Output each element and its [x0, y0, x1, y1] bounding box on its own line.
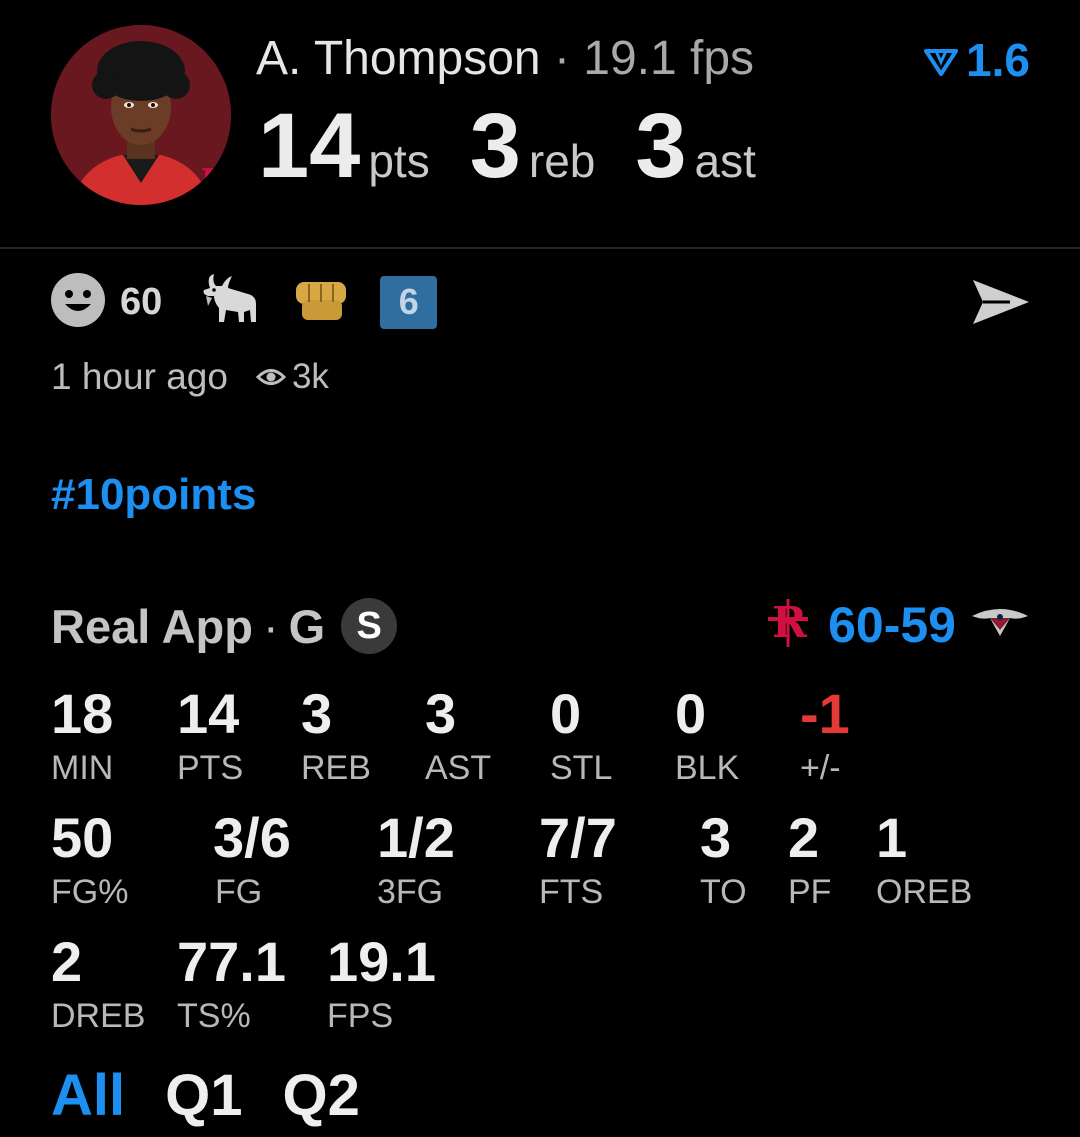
fps-label: 19.1 fps: [583, 32, 755, 85]
stat-plus-minus: -1 +/-: [800, 682, 850, 787]
stat-value: 0: [675, 682, 707, 745]
stat-value: 2: [788, 806, 820, 869]
stat-blk: 0 BLK: [675, 682, 740, 787]
stat-value: 19.1: [327, 930, 436, 993]
separator-dot: ·: [262, 599, 279, 653]
stat-label: STL: [550, 749, 613, 787]
stat-ast: 3 AST: [425, 682, 492, 787]
stat-reb: 3 REB: [301, 682, 371, 787]
stat-value: 50: [51, 806, 114, 869]
score-text: 60-59: [828, 597, 956, 653]
headline-assists-label: ast: [694, 135, 756, 187]
fist-icon[interactable]: [292, 276, 350, 329]
player-avatar[interactable]: R: [51, 25, 231, 205]
stat-label: AST: [425, 749, 492, 787]
stat-label: REB: [301, 749, 371, 787]
stat-oreb: 1 OREB: [876, 806, 973, 911]
stat-3fg: 1/2 3FG: [377, 806, 455, 911]
stat-value: 14: [177, 682, 240, 745]
stat-value: 3: [425, 682, 457, 745]
stat-value: 0: [550, 682, 582, 745]
player-title: A. Thompson · 19.1 fps: [256, 30, 754, 88]
headline-stats: 14 pts 3 reb 3 ast: [258, 96, 796, 196]
stat-fg-pct: 50 FG%: [51, 806, 129, 911]
stat-label: MIN: [51, 749, 114, 787]
stat-min: 18 MIN: [51, 682, 114, 787]
svg-text:R: R: [201, 163, 227, 198]
hashtag-link[interactable]: #10points: [51, 470, 256, 520]
stat-label: TO: [700, 873, 747, 911]
stat-fg: 3/6 FG: [213, 806, 291, 911]
reaction-bar: 60 6: [50, 272, 438, 333]
stat-label: FPS: [327, 997, 394, 1035]
tab-q1[interactable]: Q1: [165, 1062, 242, 1129]
rating-arrow-icon: [924, 34, 959, 86]
headline-rebounds-value: 3: [469, 95, 521, 197]
stat-value: -1: [800, 682, 850, 745]
stat-fts: 7/7 FTS: [539, 806, 617, 911]
rating-badge[interactable]: 1.6: [924, 34, 1030, 86]
separator-dot: ·: [540, 32, 584, 85]
tab-all[interactable]: All: [51, 1062, 125, 1129]
player-name[interactable]: A. Thompson: [256, 32, 541, 85]
stat-label: PTS: [177, 749, 244, 787]
stat-value: 3/6: [213, 806, 291, 869]
badge-count[interactable]: 6: [380, 275, 438, 329]
stat-pf: 2 PF: [788, 806, 832, 911]
stat-value: 3: [301, 682, 333, 745]
stat-dreb: 2 DREB: [51, 930, 146, 1035]
views-value: 3k: [291, 357, 329, 396]
game-source: Real App · G S: [51, 598, 398, 654]
stat-value: 1: [876, 806, 908, 869]
divider: [0, 247, 1080, 249]
rating-value: 1.6: [966, 34, 1030, 86]
stat-to: 3 TO: [700, 806, 747, 911]
svg-text:R: R: [772, 598, 808, 647]
stat-pts: 14 PTS: [177, 682, 244, 787]
pelicans-logo-icon: [970, 606, 1030, 645]
headline-rebounds-label: reb: [528, 135, 596, 187]
stat-label: OREB: [876, 873, 973, 911]
stat-value: 7/7: [539, 806, 617, 869]
post-meta: 1 hour ago 3k: [51, 356, 329, 398]
stat-label: FG%: [51, 873, 129, 911]
stat-label: +/-: [800, 749, 841, 787]
stat-value: 1/2: [377, 806, 455, 869]
score-home: 60: [828, 597, 884, 653]
stat-ts-pct: 77.1 TS%: [177, 930, 286, 1035]
stat-label: FTS: [539, 873, 604, 911]
goat-icon[interactable]: [200, 272, 262, 333]
stat-label: 3FG: [377, 873, 444, 911]
reaction-count: 60: [120, 280, 163, 323]
stat-value: 18: [51, 682, 114, 745]
game-score[interactable]: R 60-59: [766, 596, 1030, 654]
smile-icon[interactable]: [50, 272, 106, 333]
headline-assists-value: 3: [635, 95, 687, 197]
stat-label: FG: [215, 873, 263, 911]
starter-badge: S: [341, 598, 398, 654]
tab-q2[interactable]: Q2: [283, 1062, 360, 1129]
rockets-logo-icon: R: [766, 597, 810, 654]
headline-points-label: pts: [368, 135, 430, 187]
eye-icon: [255, 357, 287, 397]
headline-points-value: 14: [258, 95, 361, 197]
stat-fps: 19.1 FPS: [327, 930, 436, 1035]
stat-value: 77.1: [177, 930, 286, 993]
stat-label: PF: [788, 873, 832, 911]
player-position: G: [288, 599, 326, 653]
stat-value: 2: [51, 930, 83, 993]
stat-label: TS%: [177, 997, 251, 1035]
send-icon[interactable]: [970, 276, 1032, 333]
view-count: 3k: [255, 357, 329, 397]
score-away: 59: [900, 597, 956, 653]
time-ago: 1 hour ago: [51, 356, 228, 397]
stat-label: DREB: [51, 997, 146, 1035]
period-tabs: All Q1 Q2: [51, 1062, 360, 1129]
stat-label: BLK: [675, 749, 740, 787]
stat-value: 3: [700, 806, 732, 869]
source-app: Real App: [51, 599, 253, 653]
stat-stl: 0 STL: [550, 682, 613, 787]
